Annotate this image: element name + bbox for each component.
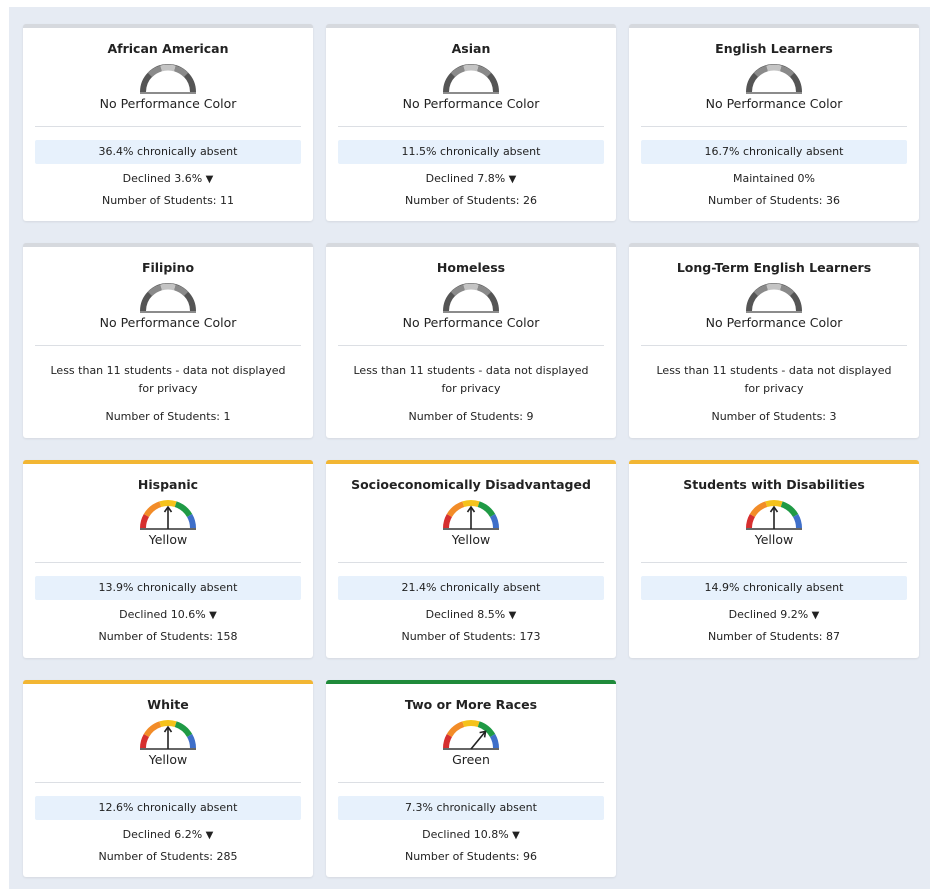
gauge-yellow-icon [140, 719, 196, 750]
gauge-none-icon [443, 64, 499, 94]
group-card-english-learners[interactable]: English Learners No Performance Color 16… [629, 24, 919, 221]
performance-color-label: No Performance Color [402, 315, 540, 330]
down-arrow-icon: ▼ [811, 610, 820, 621]
change-text: Declined 7.8% ▼ [425, 172, 517, 185]
gauge-yellow-icon [746, 499, 802, 530]
absent-rate: 12.6% chronically absent [35, 796, 301, 820]
absent-rate: 11.5% chronically absent [338, 140, 604, 164]
absent-rate: 13.9% chronically absent [35, 576, 301, 600]
group-card-students-with-disabilities[interactable]: Students with Disabilities Yellow 14.9% … [629, 460, 919, 658]
absent-rate: 7.3% chronically absent [338, 796, 604, 820]
group-title: White [147, 697, 189, 712]
group-card-socioeconomically-disadvantaged[interactable]: Socioeconomically Disadvantaged Yellow 2… [326, 460, 616, 658]
performance-color-label: Yellow [148, 752, 188, 767]
group-card-homeless[interactable]: Homeless No Performance Color Less than … [326, 243, 616, 438]
down-arrow-icon: ▼ [205, 174, 214, 185]
gauge-none-icon [140, 64, 196, 94]
change-text: Declined 8.5% ▼ [425, 608, 517, 621]
down-arrow-icon: ▼ [508, 610, 517, 621]
group-card-asian[interactable]: Asian No Performance Color 11.5% chronic… [326, 24, 616, 221]
student-count: Number of Students: 1 [105, 410, 231, 423]
student-count: Number of Students: 173 [401, 630, 541, 643]
change-text: Declined 10.6% ▼ [119, 608, 217, 621]
divider [641, 126, 907, 127]
privacy-notice: Less than 11 students - data not display… [656, 364, 892, 395]
privacy-notice: Less than 11 students - data not display… [353, 364, 589, 395]
divider [35, 782, 301, 783]
performance-color-label: No Performance Color [99, 96, 237, 111]
group-title: African American [107, 41, 229, 56]
absent-rate: 16.7% chronically absent [641, 140, 907, 164]
absent-rate: 21.4% chronically absent [338, 576, 604, 600]
change-text: Maintained 0% [732, 172, 816, 185]
group-title: English Learners [715, 41, 833, 56]
group-title: Homeless [436, 260, 506, 275]
student-count: Number of Students: 158 [98, 630, 238, 643]
divider [35, 345, 301, 346]
change-text: Declined 3.6% ▼ [122, 172, 214, 185]
performance-color-label: Green [452, 752, 490, 767]
down-arrow-icon: ▼ [512, 830, 520, 841]
student-count: Number of Students: 3 [711, 410, 837, 423]
gauge-none-icon [746, 64, 802, 94]
group-card-two-or-more-races[interactable]: Two or More Races Green 7.3% chronically… [326, 680, 616, 877]
gauge-green-icon [443, 719, 499, 750]
absent-rate: 14.9% chronically absent [641, 576, 907, 600]
group-title: Students with Disabilities [683, 477, 865, 492]
student-count: Number of Students: 36 [707, 194, 841, 207]
group-card-hispanic[interactable]: Hispanic Yellow 13.9% chronically absent… [23, 460, 313, 658]
group-title: Filipino [141, 260, 195, 275]
gauge-none-icon [746, 283, 802, 313]
group-title: Asian [451, 41, 491, 56]
student-groups-panel: African American No Performance Color 36… [9, 7, 930, 889]
group-title: Long-Term English Learners [676, 260, 872, 275]
group-card-white[interactable]: White Yellow 12.6% chronically absent De… [23, 680, 313, 877]
down-arrow-icon: ▼ [508, 174, 517, 185]
student-count: Number of Students: 285 [98, 850, 238, 863]
down-arrow-icon: ▼ [209, 610, 217, 621]
group-title: Socioeconomically Disadvantaged [351, 477, 591, 492]
performance-color-label: No Performance Color [402, 96, 540, 111]
change-text: Declined 10.8% ▼ [422, 828, 520, 841]
student-count: Number of Students: 87 [707, 630, 841, 643]
group-title: Two or More Races [404, 697, 538, 712]
group-card-african-american[interactable]: African American No Performance Color 36… [23, 24, 313, 221]
group-card-filipino[interactable]: Filipino No Performance Color Less than … [23, 243, 313, 438]
absent-rate: 36.4% chronically absent [35, 140, 301, 164]
performance-color-label: Yellow [148, 532, 188, 547]
change-text: Declined 9.2% ▼ [728, 608, 820, 621]
group-title: Hispanic [137, 477, 199, 492]
down-arrow-icon: ▼ [205, 830, 214, 841]
gauge-none-icon [443, 283, 499, 313]
group-card-long-term-english-learners[interactable]: Long-Term English Learners No Performanc… [629, 243, 919, 438]
divider [338, 562, 604, 563]
student-count: Number of Students: 9 [408, 410, 534, 423]
change-text: Declined 6.2% ▼ [122, 828, 214, 841]
performance-color-label: Yellow [754, 532, 794, 547]
divider [338, 126, 604, 127]
student-count: Number of Students: 11 [101, 194, 235, 207]
student-count: Number of Students: 26 [404, 194, 538, 207]
divider [35, 562, 301, 563]
performance-color-label: No Performance Color [99, 315, 237, 330]
performance-color-label: No Performance Color [705, 96, 843, 111]
divider [641, 562, 907, 563]
divider [35, 126, 301, 127]
gauge-yellow-icon [140, 499, 196, 530]
performance-color-label: No Performance Color [705, 315, 843, 330]
student-count: Number of Students: 96 [404, 850, 538, 863]
divider [641, 345, 907, 346]
divider [338, 782, 604, 783]
privacy-notice: Less than 11 students - data not display… [50, 364, 286, 395]
divider [338, 345, 604, 346]
gauge-yellow-icon [443, 499, 499, 530]
gauge-none-icon [140, 283, 196, 313]
performance-color-label: Yellow [451, 532, 491, 547]
